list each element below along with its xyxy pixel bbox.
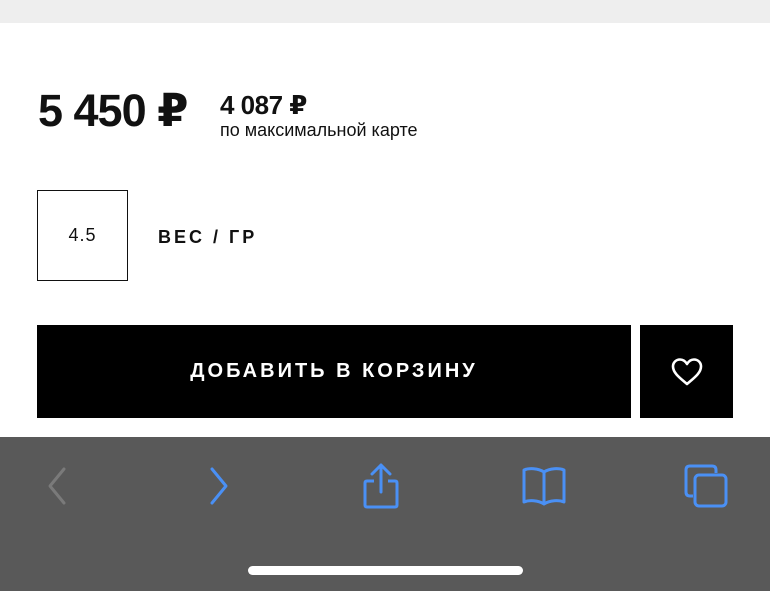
add-to-cart-button[interactable]: ДОБАВИТЬ В КОРЗИНУ bbox=[37, 325, 631, 418]
weight-label: ВЕС / ГР bbox=[158, 227, 258, 247]
favorite-button[interactable] bbox=[640, 325, 733, 418]
tabs-button[interactable] bbox=[676, 461, 736, 511]
browser-toolbar bbox=[0, 437, 770, 591]
heart-icon bbox=[671, 357, 702, 385]
weight-value: 4.5 bbox=[68, 225, 97, 245]
card-price: 4 087 ₽ bbox=[220, 90, 307, 120]
bookmarks-button[interactable] bbox=[514, 461, 574, 511]
share-icon bbox=[363, 463, 399, 509]
card-price-note: по максимальной карте bbox=[220, 120, 418, 140]
chevron-right-icon bbox=[210, 467, 228, 505]
chevron-left-icon bbox=[48, 467, 66, 505]
top-strip bbox=[0, 0, 770, 23]
book-icon bbox=[522, 467, 566, 506]
add-to-cart-label: ДОБАВИТЬ В КОРЗИНУ bbox=[190, 360, 478, 382]
price: 5 450 ₽ bbox=[38, 85, 188, 136]
home-indicator bbox=[248, 566, 523, 575]
weight-option[interactable]: 4.5 bbox=[37, 190, 128, 281]
tabs-icon bbox=[684, 464, 728, 508]
share-button[interactable] bbox=[351, 461, 411, 511]
forward-button[interactable] bbox=[189, 461, 249, 511]
back-button[interactable] bbox=[27, 461, 87, 511]
